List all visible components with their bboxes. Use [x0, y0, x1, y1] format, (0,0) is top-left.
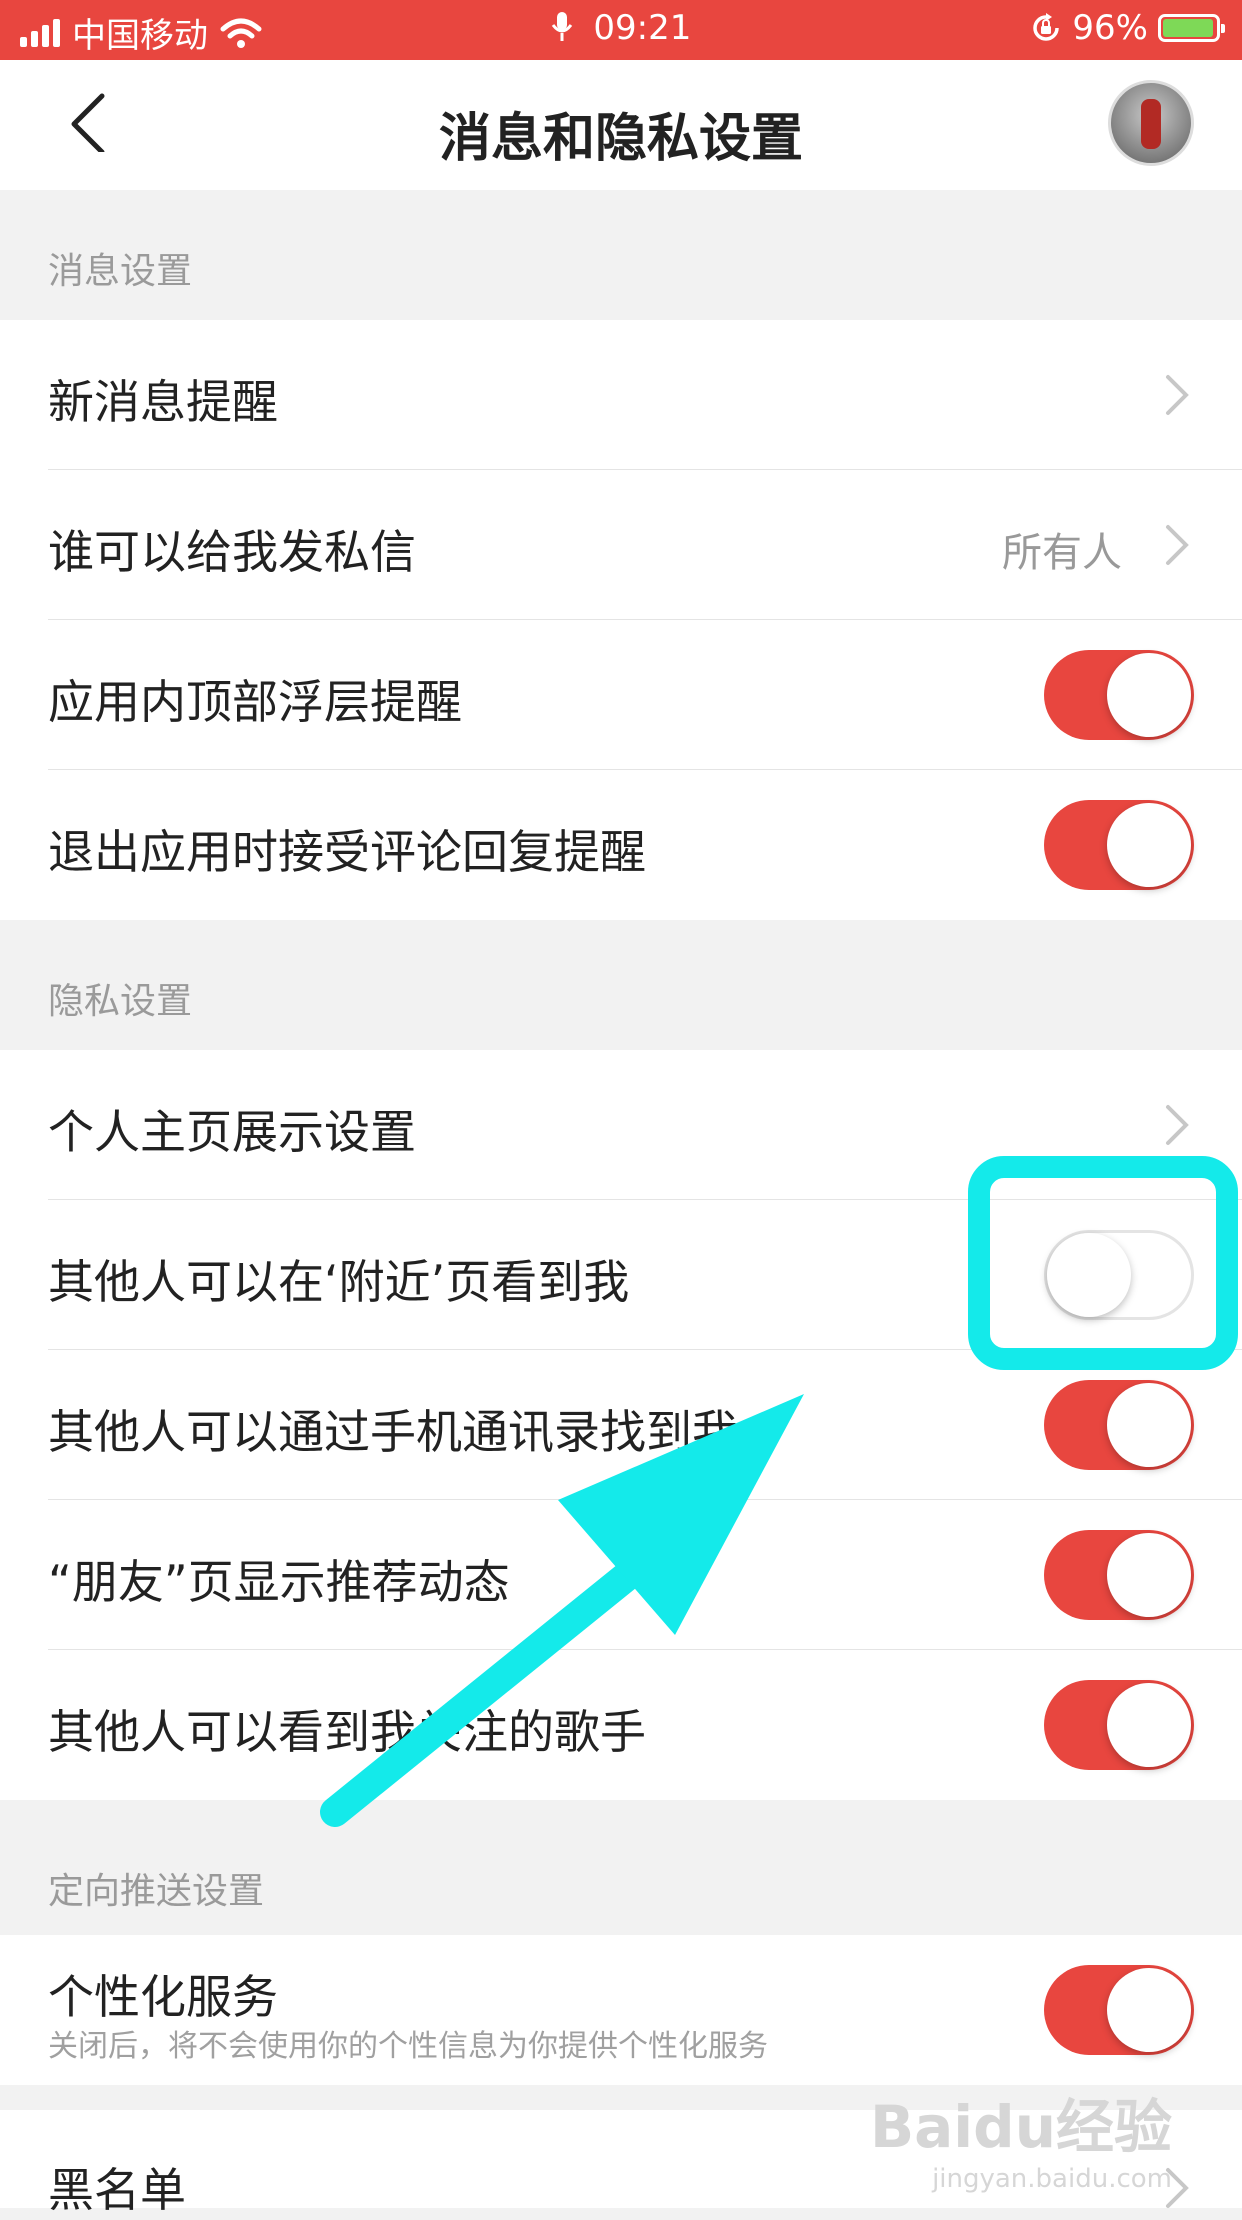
followed-singers-toggle[interactable] [1044, 1680, 1194, 1770]
row-new-message-reminder[interactable]: 新消息提醒 [0, 320, 1242, 470]
row-personalized-service: 个性化服务 关闭后，将不会使用你的个性信息为你提供个性化服务 [0, 1935, 1242, 2085]
row-exit-comment-reply-reminder: 退出应用时接受评论回复提醒 [0, 770, 1242, 920]
status-bar: 中国移动 09:21 96% [0, 0, 1242, 60]
recommended-feed-toggle[interactable] [1044, 1530, 1194, 1620]
contacts-discovery-toggle[interactable] [1044, 1380, 1194, 1470]
comment-reply-reminder-toggle[interactable] [1044, 800, 1194, 890]
watermark-url: jingyan.baidu.com [932, 2164, 1172, 2194]
row-label: 个人主页展示设置 [48, 1105, 416, 1159]
chevron-right-icon [1166, 375, 1189, 415]
annotation-highlight-box [968, 1156, 1238, 1370]
chevron-right-icon [1166, 525, 1189, 565]
navigation-bar: 消息和隐私设置 [0, 60, 1242, 190]
watermark: Baidu经验 jingyan.baidu.com [870, 2080, 1172, 2194]
row-value: 所有人 [1002, 530, 1122, 576]
rotation-lock-icon [1033, 13, 1060, 41]
battery-percent: 96% [1072, 8, 1148, 48]
personalized-service-toggle[interactable] [1044, 1965, 1194, 2055]
row-find-by-contacts: 其他人可以通过手机通讯录找到我 [0, 1350, 1242, 1500]
row-label: 退出应用时接受评论回复提醒 [48, 825, 646, 879]
clock: 09:21 [593, 8, 692, 48]
section-header-message: 消息设置 [48, 251, 193, 292]
row-label: 新消息提醒 [48, 375, 278, 429]
avatar[interactable] [1108, 80, 1194, 166]
row-followed-singers-visible: 其他人可以看到我关注的歌手 [0, 1650, 1242, 1800]
row-label: 谁可以给我发私信 [48, 525, 416, 579]
row-label: 个性化服务 [48, 1970, 278, 2024]
section-header-push: 定向推送设置 [48, 1871, 265, 1912]
row-label: 其他人可以通过手机通讯录找到我 [48, 1405, 738, 1459]
watermark-logo: Baidu经验 [869, 2093, 1172, 2161]
row-friends-recommended-feed: “朋友”页显示推荐动态 [0, 1500, 1242, 1650]
row-label: 其他人可以看到我关注的歌手 [48, 1705, 646, 1759]
row-in-app-banner-reminder: 应用内顶部浮层提醒 [0, 620, 1242, 770]
in-app-banner-toggle[interactable] [1044, 650, 1194, 740]
microphone-icon [551, 12, 572, 41]
battery-icon [1158, 14, 1225, 42]
page-title: 消息和隐私设置 [438, 109, 803, 169]
row-sublabel: 关闭后，将不会使用你的个性信息为你提供个性化服务 [48, 2029, 768, 2064]
row-label: 其他人可以在‘附近’页看到我 [48, 1255, 630, 1309]
row-label: “朋友”页显示推荐动态 [48, 1555, 510, 1609]
section-header-privacy: 隐私设置 [48, 981, 193, 1022]
row-private-message-permission[interactable]: 谁可以给我发私信 所有人 [0, 470, 1242, 620]
row-label: 黑名单 [48, 2163, 186, 2217]
chevron-right-icon [1166, 1105, 1189, 1145]
row-label: 应用内顶部浮层提醒 [48, 675, 462, 729]
